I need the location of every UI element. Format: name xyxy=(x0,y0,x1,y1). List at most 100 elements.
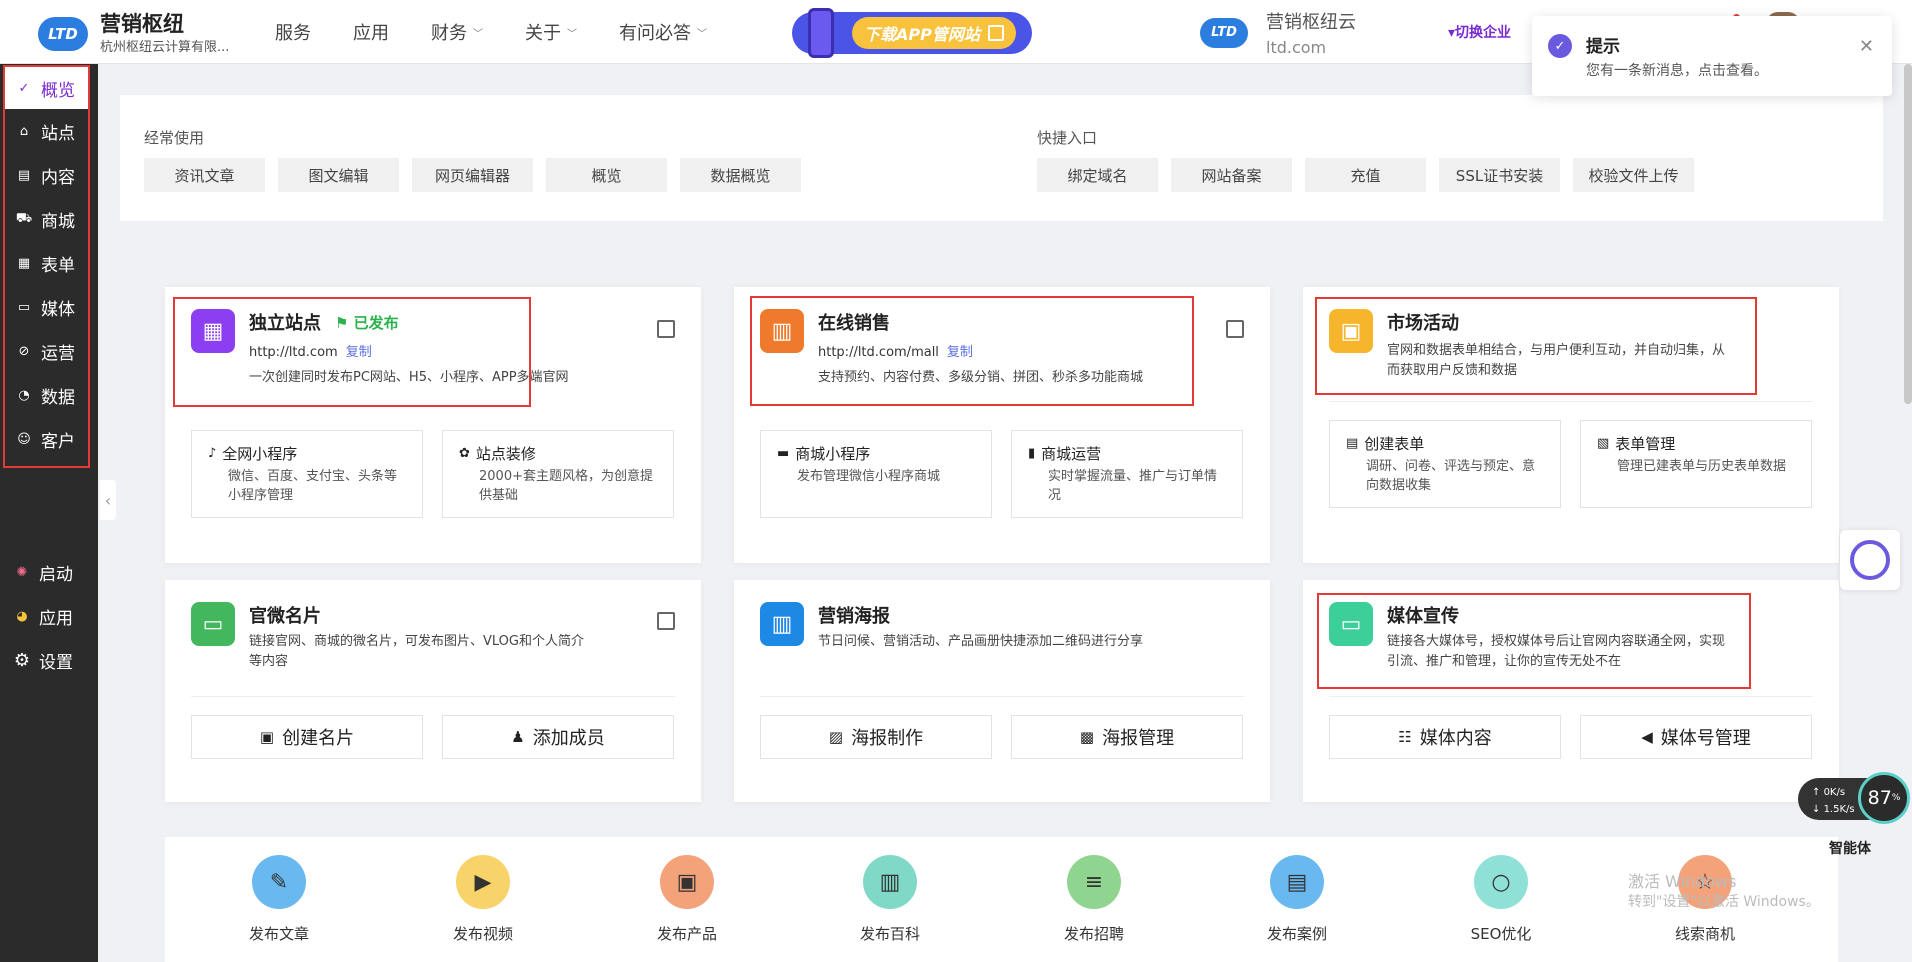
highlight-box xyxy=(173,297,531,407)
sidebar-item-apps[interactable]: ◕ 应用 xyxy=(3,594,93,638)
qr-code-icon xyxy=(987,25,1004,41)
download-app-banner[interactable]: 下载APP管网站 xyxy=(792,8,1032,58)
media-content-button[interactable]: ☷ 媒体内容 xyxy=(1329,715,1561,759)
card-title: 官微名片 xyxy=(249,606,321,627)
sidebar-item-media[interactable]: ▭ 媒体 xyxy=(5,285,88,329)
add-member-button[interactable]: ♟ 添加成员 xyxy=(442,715,674,759)
quick-action-product[interactable]: ▣ 发布产品 xyxy=(617,855,757,944)
sidebar-item-site[interactable]: ⌂ 站点 xyxy=(5,109,88,153)
frequent-button[interactable]: 资讯文章 xyxy=(144,158,265,192)
quick-panel: 经常使用 资讯文章 图文编辑 网页编辑器 概览 数据概览 快捷入口 绑定域名 网… xyxy=(120,95,1883,221)
customer-service-button[interactable] xyxy=(1840,530,1900,590)
agent-label[interactable]: 智能体 xyxy=(1829,838,1871,858)
list-icon: ☷ xyxy=(1398,728,1412,746)
logo-company: 杭州枢纽云计算有限... xyxy=(100,40,230,55)
sub-site-decor[interactable]: ✿ 站点装修 2000+套主题风格，为创意提供基础 xyxy=(442,430,674,518)
frequent-button[interactable]: 图文编辑 xyxy=(278,158,399,192)
quick-action-recruit[interactable]: ≡ 发布招聘 xyxy=(1024,855,1164,944)
sidebar-item-mall[interactable]: ⛟ 商城 xyxy=(5,197,88,241)
card-media: ▭ 媒体宣传 链接各大媒体号，授权媒体号后让官网内容联通全网，实现引流、推广和管… xyxy=(1303,580,1839,802)
user-icon: ☺ xyxy=(17,431,31,447)
speaker-icon: ◀ xyxy=(1641,728,1653,746)
switch-enterprise-link[interactable]: ▾切换企业 xyxy=(1448,22,1511,42)
sidebar-item-content[interactable]: ▤ 内容 xyxy=(5,153,88,197)
quick-action-wiki[interactable]: ▥ 发布百科 xyxy=(820,855,960,944)
logo-name: 营销枢纽 xyxy=(100,12,184,36)
card-market: ▣ 市场活动 官网和数据表单相结合，与用户便利互动，并自动归集，从而获取用户反馈… xyxy=(1303,287,1839,563)
bar-chart-icon: ▮ xyxy=(1028,446,1036,461)
divider xyxy=(760,696,1244,697)
phone-icon xyxy=(808,8,834,58)
shortcut-button[interactable]: 网站备案 xyxy=(1171,158,1292,192)
id-card-icon: ▣ xyxy=(259,728,275,746)
tiktok-icon: ♪ xyxy=(208,446,217,461)
sub-mini-program[interactable]: ♪ 全网小程序 微信、百度、支付宝、头条等小程序管理 xyxy=(191,430,423,518)
frequent-title: 经常使用 xyxy=(144,129,205,147)
sub-create-form[interactable]: ▤ 创建表单 调研、问卷、评选与预定、意向数据收集 xyxy=(1329,420,1561,508)
nav-item-service[interactable]: 服务 xyxy=(275,19,311,45)
frequent-button[interactable]: 概览 xyxy=(546,158,667,192)
create-card-button[interactable]: ▣ 创建名片 xyxy=(191,715,423,759)
sidebar-item-overview[interactable]: ✓ 概览 xyxy=(5,67,88,109)
doc-icon: ≡ xyxy=(1067,855,1121,909)
brand-cloud[interactable]: LTD 营销枢纽云 ltd.com xyxy=(1200,8,1356,57)
sidebar-item-data[interactable]: ◔ 数据 xyxy=(5,373,88,417)
clipboard-icon: ▤ xyxy=(1346,436,1359,451)
frequent-button[interactable]: 网页编辑器 xyxy=(412,158,533,192)
logo[interactable]: LTD 营销枢纽 杭州枢纽云计算有限... xyxy=(38,14,229,54)
qr-code-icon[interactable] xyxy=(1226,320,1244,338)
nav-item-apps[interactable]: 应用 xyxy=(353,19,389,45)
divider xyxy=(1329,696,1813,697)
shortcut-button[interactable]: SSL证书安装 xyxy=(1439,158,1560,192)
brand-cloud-name: 营销枢纽云 xyxy=(1266,12,1356,33)
toast-message: 您有一条新消息，点击查看。 xyxy=(1586,63,1768,79)
main-nav: 服务 应用 财务 ﹀ 关于 ﹀ 有问必答 ﹀ xyxy=(275,0,749,64)
sidebar-item-operation[interactable]: ⊘ 运营 xyxy=(5,329,88,373)
quick-action-case[interactable]: ▤ 发布案例 xyxy=(1227,855,1367,944)
home-icon: ⌂ xyxy=(19,123,29,139)
make-poster-button[interactable]: ▨ 海报制作 xyxy=(760,715,992,759)
sub-form-manage[interactable]: ▧ 表单管理 管理已建表单与历史表单数据 xyxy=(1580,420,1812,508)
nav-item-about[interactable]: 关于 ﹀ xyxy=(525,19,577,45)
upload-speed: 0K/s xyxy=(1823,787,1846,798)
card-site: ▦ 独立站点 ⚑ 已发布 http://ltd.com 复制 一次创建同时发布PC网… xyxy=(165,287,701,563)
sidebar: ✓ 概览 ⌂ 站点 ▤ 内容 ⛟ 商城 ▦ 表单 ▭ 媒体 ⊘ 运营 ◔ 数据 ☺ 客户 ✺ 启动 … xyxy=(0,64,98,962)
shortcut-title: 快捷入口 xyxy=(1037,129,1098,147)
usage-gauge[interactable]: 87% xyxy=(1858,772,1910,824)
inbox-icon: ▤ xyxy=(1270,855,1324,909)
nav-item-qa[interactable]: 有问必答 ﹀ xyxy=(619,19,707,45)
close-icon[interactable]: ✕ xyxy=(1859,36,1874,57)
shortcut-button[interactable]: 充值 xyxy=(1305,158,1426,192)
divider xyxy=(1329,401,1813,402)
quick-actions-bar: ✎ 发布文章 ▶ 发布视频 ▣ 发布产品 ▥ 发布百科 ≡ 发布招聘 ▤ 发布案例 ○ SEO… xyxy=(165,837,1838,962)
sidebar-item-start[interactable]: ✺ 启动 xyxy=(3,550,93,594)
quick-action-seo[interactable]: ○ SEO优化 xyxy=(1431,855,1571,944)
sub-mall-mini[interactable]: ▬ 商城小程序 发布管理微信小程序商城 xyxy=(760,430,992,518)
collapse-sidebar-button[interactable]: ‹ xyxy=(100,480,116,520)
card-desc: 节日问候、营销活动、产品画册快捷添加二维码进行分享 xyxy=(818,634,1144,649)
shortcut-button[interactable]: 绑定域名 xyxy=(1037,158,1158,192)
manage-poster-button[interactable]: ▩ 海报管理 xyxy=(1011,715,1243,759)
sidebar-item-customer[interactable]: ☺ 客户 xyxy=(5,417,88,461)
document-icon: ▤ xyxy=(17,167,31,183)
sidebar-item-form[interactable]: ▦ 表单 xyxy=(5,241,88,285)
card-namecard: ▭ 官微名片 链接官网、商城的微名片，可发布图片、VLOG和个人简介等内容 ▣ 创… xyxy=(165,580,701,802)
media-account-button[interactable]: ◀ 媒体号管理 xyxy=(1580,715,1812,759)
qr-code-icon[interactable] xyxy=(657,612,675,630)
qr-code-icon[interactable] xyxy=(657,320,675,338)
nav-item-finance[interactable]: 财务 ﹀ xyxy=(431,19,483,45)
toast-title: 提示 xyxy=(1586,37,1620,57)
frequent-button[interactable]: 数据概览 xyxy=(680,158,801,192)
sidebar-highlight-box: ✓ 概览 ⌂ 站点 ▤ 内容 ⛟ 商城 ▦ 表单 ▭ 媒体 ⊘ 运营 ◔ 数据 ☺ 客户 xyxy=(3,65,90,468)
sub-mall-ops[interactable]: ▮ 商城运营 实时掌握流量、推广与订单情况 xyxy=(1011,430,1243,518)
quick-action-article[interactable]: ✎ 发布文章 xyxy=(209,855,349,944)
sidebar-item-settings[interactable]: ⚙ 设置 xyxy=(3,638,93,682)
highlight-box xyxy=(1317,593,1751,689)
book-icon: ▥ xyxy=(863,855,917,909)
scrollbar[interactable] xyxy=(1904,64,1912,404)
settings-icon: ⚙ xyxy=(13,649,31,671)
quick-action-video[interactable]: ▶ 发布视频 xyxy=(413,855,553,944)
search-icon: ○ xyxy=(1474,855,1528,909)
shortcut-button[interactable]: 校验文件上传 xyxy=(1573,158,1694,192)
notification-toast[interactable]: ✓ 提示 您有一条新消息，点击查看。 ✕ xyxy=(1532,16,1892,96)
